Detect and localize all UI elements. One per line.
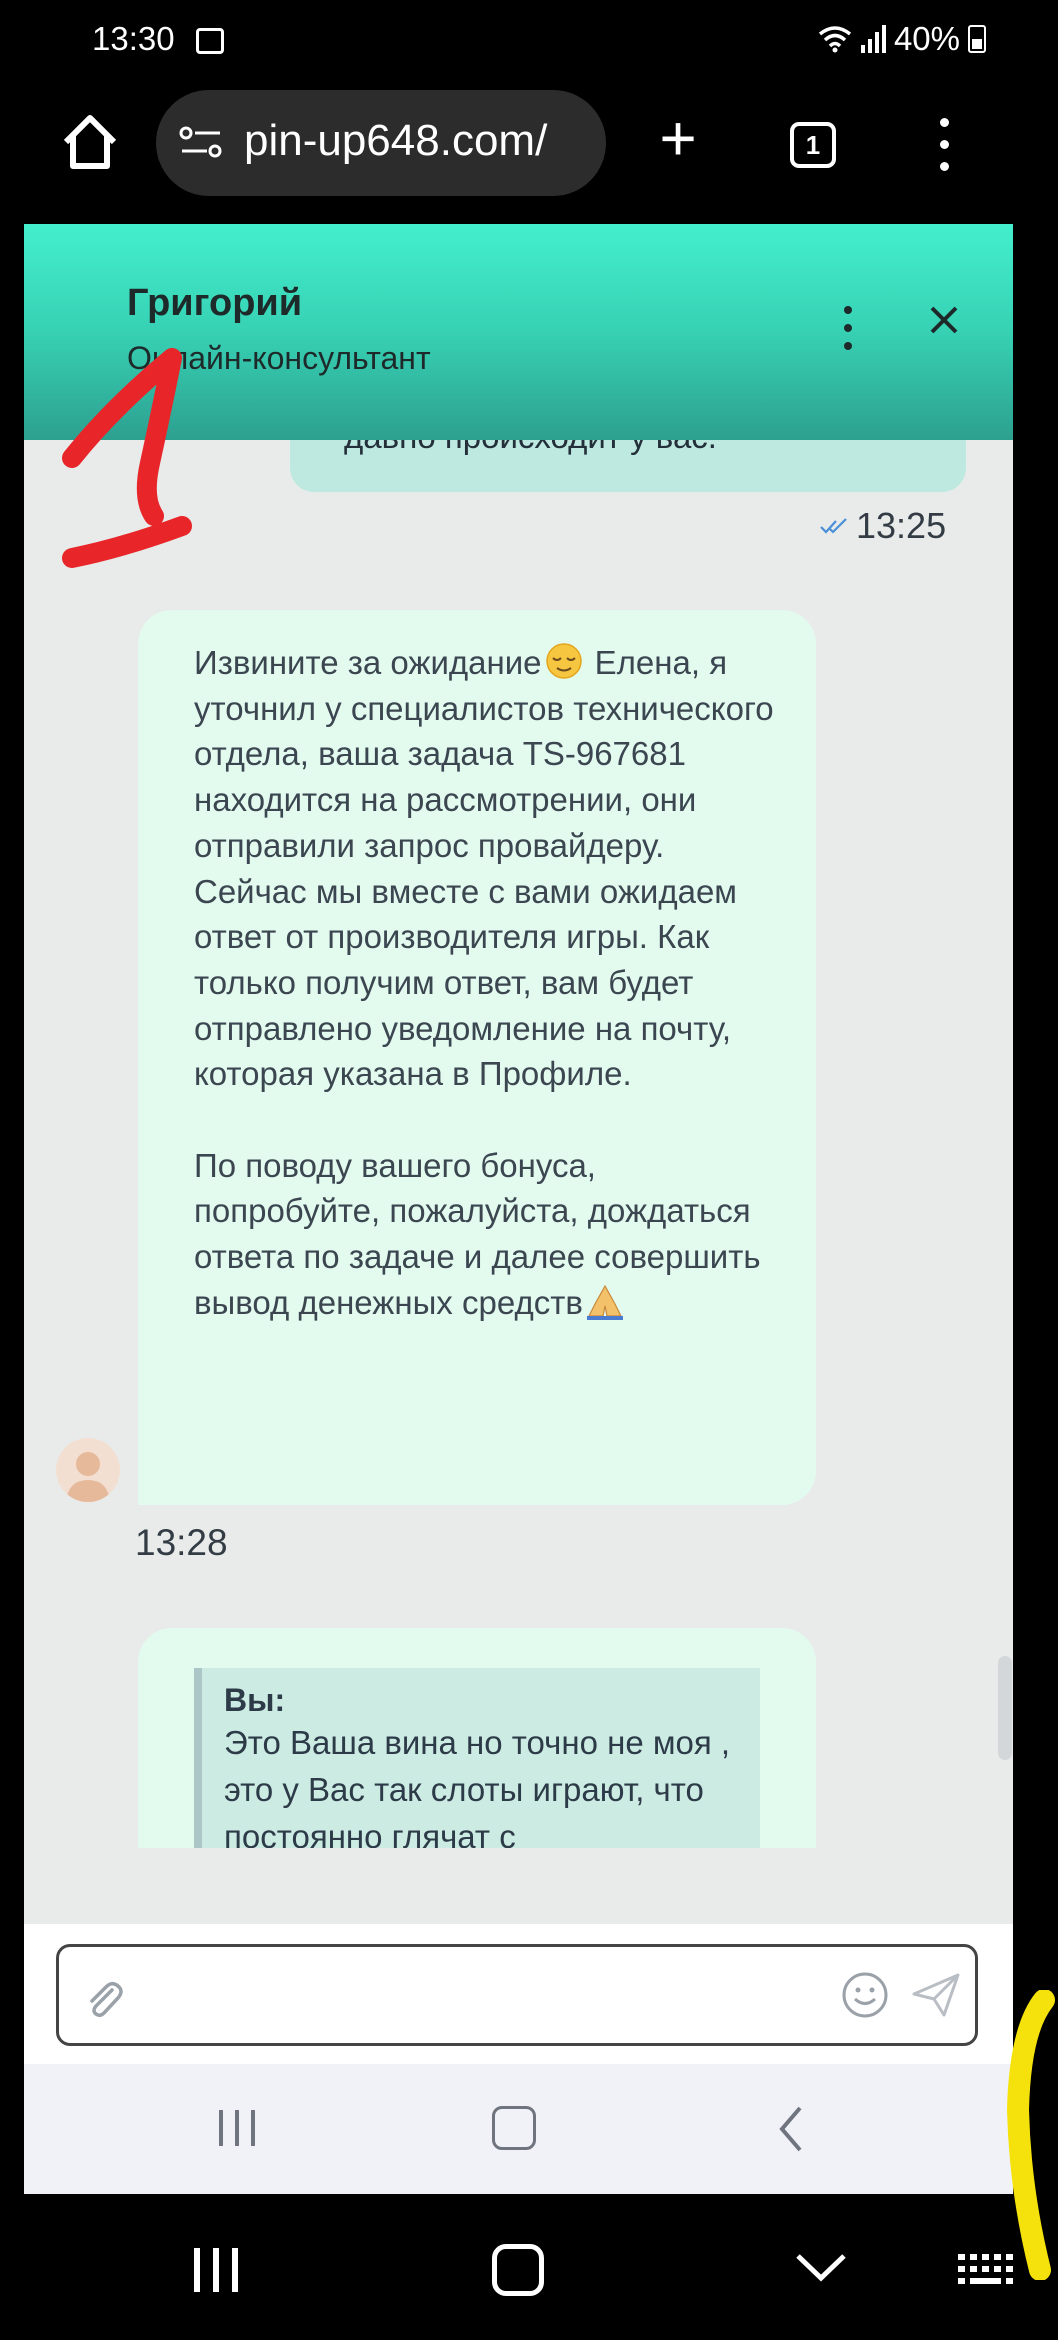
- paperclip-icon[interactable]: [80, 1976, 130, 2024]
- red-number-one-annotation: [62, 348, 192, 568]
- new-tab-plus-icon[interactable]: +: [650, 106, 706, 170]
- back-chevron-icon[interactable]: [776, 2104, 806, 2154]
- agent-message-text: Извините за ожидание Елена, я уточнил у …: [194, 640, 774, 1326]
- folded-hands-emoji-icon: [586, 1284, 623, 1320]
- agent-message-paragraph: По поводу вашего бонуса, попробуйте, пож…: [194, 1146, 761, 1321]
- wifi-icon: [818, 26, 852, 53]
- tab-switcher-button[interactable]: 1: [790, 122, 836, 168]
- battery-percent: 40%: [893, 20, 960, 57]
- agent-avatar: [56, 1438, 120, 1502]
- system-home-icon[interactable]: [492, 2244, 544, 2296]
- battery-icon: [968, 25, 986, 53]
- home-square-icon[interactable]: [492, 2106, 536, 2150]
- agent-message-paragraph: Извините за ожидание Елена, я уточнил у …: [194, 643, 774, 1093]
- status-time: 13:30: [92, 20, 175, 57]
- home-icon[interactable]: [60, 112, 120, 172]
- message-input[interactable]: [130, 1970, 834, 2022]
- close-icon[interactable]: [926, 302, 962, 338]
- gallery-notification-icon: [196, 28, 224, 54]
- chat-scrollbar[interactable]: [998, 1656, 1012, 1760]
- user-message-meta: 13:25: [820, 505, 946, 547]
- browser-menu-icon[interactable]: [930, 118, 960, 174]
- quote-text: Это Ваша вина но точно не моя , это у Ва…: [224, 1724, 731, 1848]
- user-message-time: 13:25: [856, 505, 947, 546]
- avatar-person-icon: [66, 1452, 110, 1502]
- agent-message-time: 13:28: [135, 1522, 228, 1563]
- quote-author: Вы: [224, 1682, 275, 1718]
- yellow-highlight-annotation: [1006, 1990, 1055, 2280]
- url-text[interactable]: pin-up648.com/: [244, 116, 547, 166]
- more-options-icon[interactable]: [838, 306, 858, 350]
- quoted-message: Вы: Это Ваша вина но точно не моя , это …: [194, 1668, 760, 1848]
- recent-apps-icon[interactable]: [215, 2108, 259, 2148]
- site-settings-icon[interactable]: [178, 124, 224, 160]
- agent-name: Григорий: [127, 282, 303, 324]
- relieved-face-emoji-icon: [545, 643, 582, 679]
- system-recent-apps-icon[interactable]: [190, 2246, 242, 2294]
- read-double-check-icon: [820, 518, 847, 534]
- status-indicators: 40%: [818, 20, 986, 58]
- send-icon[interactable]: [910, 1970, 962, 2020]
- signal-icon: [860, 25, 886, 53]
- smiley-icon[interactable]: [840, 1970, 890, 2020]
- hide-keyboard-chevron-icon[interactable]: [794, 2250, 848, 2284]
